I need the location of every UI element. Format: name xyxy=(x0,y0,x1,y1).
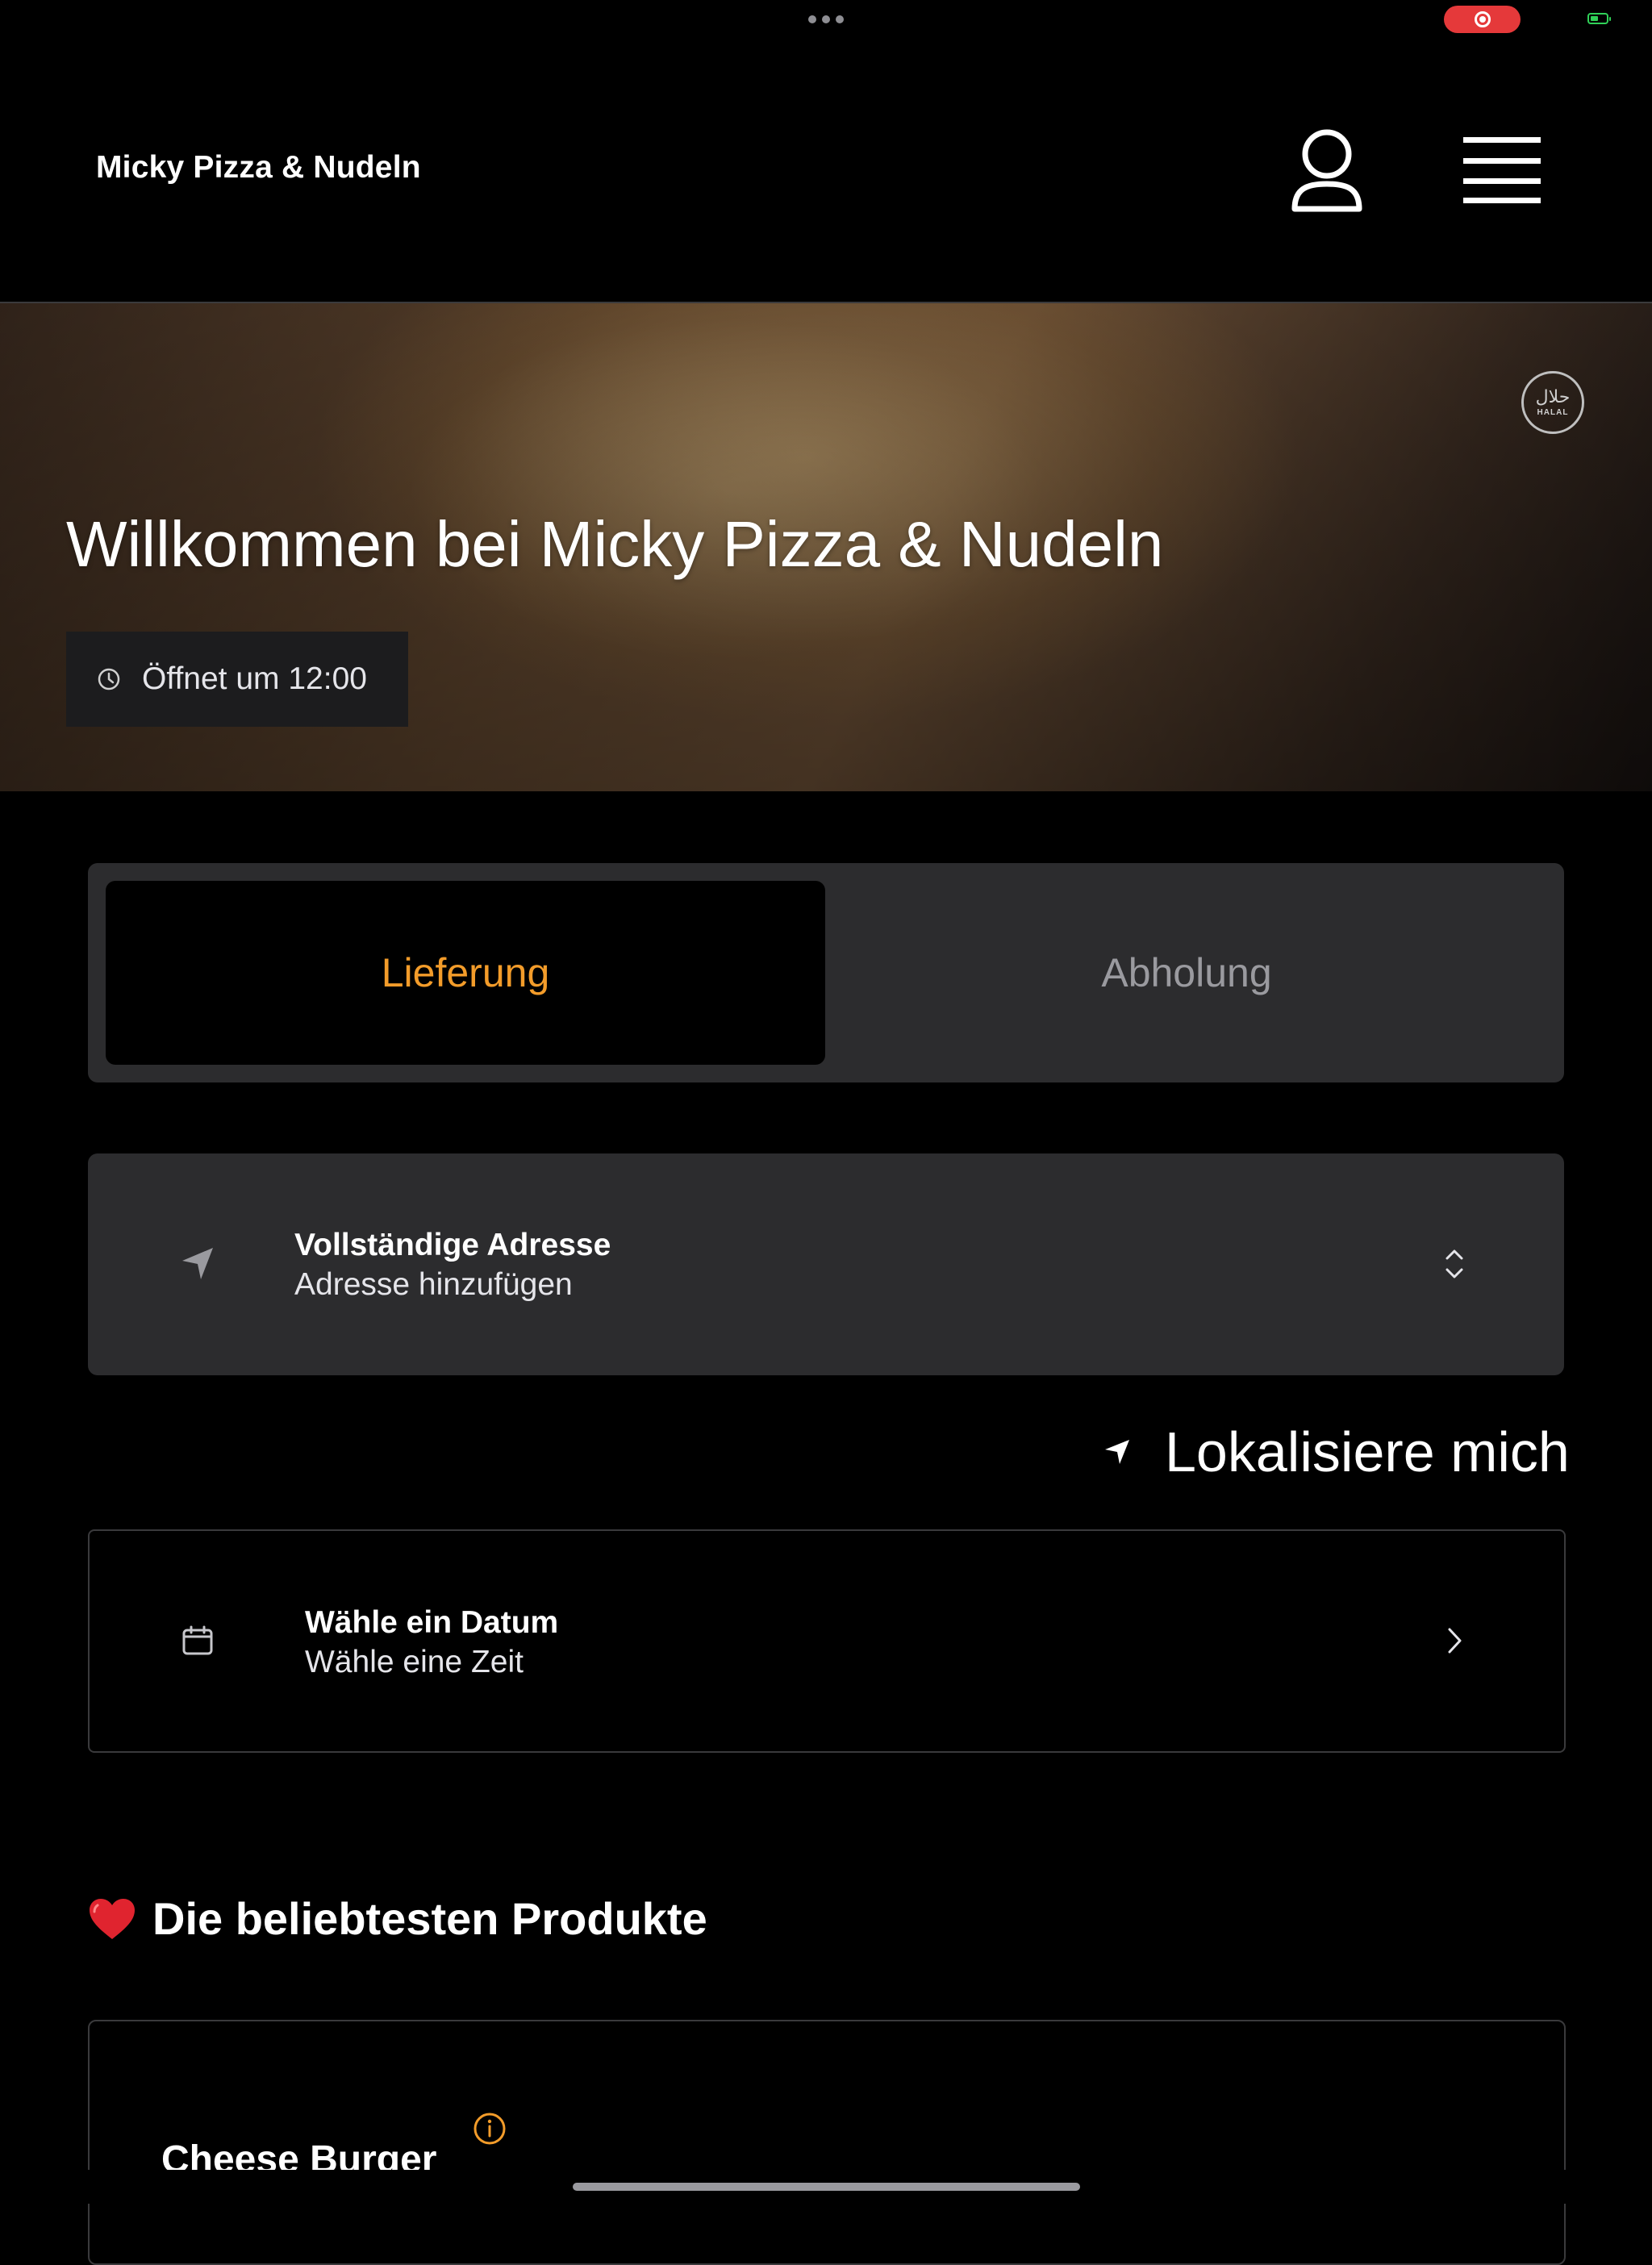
opening-hours-text: Öffnet um 12:00 xyxy=(142,661,367,696)
address-label: Vollständige Adresse xyxy=(294,1228,611,1262)
opening-hours-badge: Öffnet um 12:00 xyxy=(66,632,408,727)
restaurant-name[interactable]: Micky Pizza & Nudeln xyxy=(96,150,421,186)
welcome-title: Willkommen bei Micky Pizza & Nudeln xyxy=(66,508,1164,580)
hamburger-menu-icon xyxy=(1463,137,1541,203)
menu-button[interactable] xyxy=(1462,136,1542,205)
info-icon[interactable] xyxy=(473,2112,507,2146)
date-time-selector[interactable]: Wähle ein Datum Wähle eine Zeit xyxy=(88,1529,1566,1753)
tab-lieferung[interactable]: Lieferung xyxy=(106,881,825,1065)
chevron-right-icon xyxy=(1448,1628,1462,1654)
product-card[interactable]: Cheese Burger xyxy=(88,2020,1566,2265)
locate-me-button[interactable]: Lokalisiere mich xyxy=(1103,1420,1570,1484)
location-arrow-icon xyxy=(1105,1440,1129,1464)
calendar-icon xyxy=(182,1625,213,1655)
tab-abholung[interactable]: Abholung xyxy=(827,881,1546,1065)
halal-badge-icon: حلال HALAL xyxy=(1521,371,1584,434)
account-button[interactable] xyxy=(1291,126,1363,215)
battery-icon xyxy=(1587,13,1611,24)
clock-icon xyxy=(98,668,120,690)
multitasking-dots[interactable] xyxy=(808,15,844,24)
time-label: Wähle eine Zeit xyxy=(305,1645,524,1679)
heart-icon xyxy=(90,1898,135,1939)
screen-recording-indicator xyxy=(1444,6,1521,33)
user-icon xyxy=(1291,129,1362,212)
chevron-up-down-icon xyxy=(1446,1249,1463,1278)
popular-products-title: Die beliebtesten Produkte xyxy=(152,1893,707,1944)
location-arrow-icon xyxy=(182,1248,213,1279)
address-selector[interactable]: Vollständige Adresse Adresse hinzufügen xyxy=(88,1153,1564,1375)
locate-me-label: Lokalisiere mich xyxy=(1165,1420,1570,1483)
order-mode-segmented-control: Lieferung Abholung xyxy=(88,863,1564,1082)
home-indicator[interactable] xyxy=(573,2183,1080,2191)
address-value: Adresse hinzufügen xyxy=(294,1267,573,1302)
popular-products-heading: Die beliebtesten Produkte xyxy=(88,1892,707,1945)
date-label: Wähle ein Datum xyxy=(305,1605,559,1640)
hero-banner: حلال HALAL Willkommen bei Micky Pizza & … xyxy=(0,303,1652,791)
